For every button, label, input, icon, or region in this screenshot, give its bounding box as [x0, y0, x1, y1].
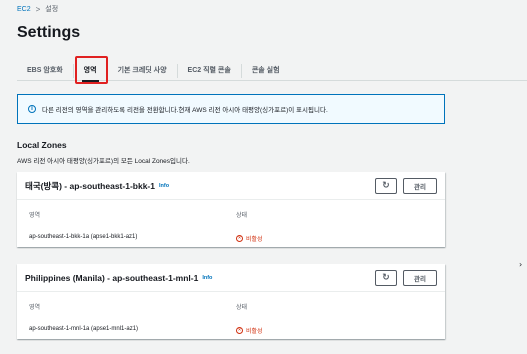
info-alert: i 다른 리전의 영역을 관리하도록 리전을 전환합니다.현재 AWS 리전 아… — [17, 94, 445, 124]
status-column-label: 상태 — [236, 305, 248, 311]
zone-column-label: 영역 — [29, 305, 41, 311]
status-column-label: 상태 — [236, 213, 248, 219]
highlight-box — [75, 56, 108, 84]
inactive-status-icon: ✕ — [236, 235, 243, 242]
mouse-cursor-icon: › — [519, 260, 523, 269]
refresh-button[interactable]: ↻ — [375, 269, 397, 286]
zone-title: 태국(방콕) - ap-southeast-1-bkk-1 — [25, 180, 155, 191]
info-icon: i — [28, 105, 36, 113]
alert-text: 다른 리전의 영역을 관리하도록 리전을 전환합니다.현재 AWS 리전 아시아… — [42, 107, 328, 114]
status-badge: ✕ 비활성 — [236, 234, 263, 243]
tab-ec2-serial-console[interactable]: EC2 직렬 콘솔 — [176, 63, 241, 78]
zone-column-label: 영역 — [29, 213, 41, 219]
zone-value: ap-southeast-1-bkk-1a (apse1-bkk1-az1) — [29, 234, 138, 240]
zone-card-header: 태국(방콕) - ap-southeast-1-bkk-1 Info ↻ 관리 — [17, 172, 445, 200]
refresh-icon: ↻ — [382, 272, 390, 283]
refresh-icon: ↻ — [382, 180, 390, 191]
zone-card-header: Philippines (Manila) - ap-southeast-1-mn… — [17, 264, 445, 292]
breadcrumb-current: 설정 — [45, 6, 59, 13]
info-link[interactable]: Info — [159, 183, 169, 189]
tab-default-credit-spec[interactable]: 기본 크레딧 사양 — [106, 63, 177, 78]
manage-button[interactable]: 관리 — [403, 177, 437, 194]
breadcrumb-ec2-link[interactable]: EC2 — [17, 6, 31, 13]
zone-actions: ↻ 관리 — [375, 177, 437, 194]
zone-card-bangkok: 태국(방콕) - ap-southeast-1-bkk-1 Info ↻ 관리 … — [17, 172, 445, 247]
breadcrumb: EC2 > 설정 — [17, 4, 58, 14]
local-zones-description: AWS 리전 아시아 태평양(싱가포르)의 모든 Local Zones입니다. — [17, 158, 190, 165]
info-link[interactable]: Info — [202, 275, 212, 281]
local-zones-heading: Local Zones — [17, 140, 67, 150]
zone-actions: ↻ 관리 — [375, 269, 437, 286]
status-badge: ✕ 비활성 — [236, 326, 263, 335]
tab-console-experiments[interactable]: 콘솔 실험 — [240, 63, 290, 78]
inactive-status-icon: ✕ — [236, 327, 243, 334]
refresh-button[interactable]: ↻ — [375, 177, 397, 194]
status-value: 비활성 — [246, 237, 263, 243]
zone-card-manila: Philippines (Manila) - ap-southeast-1-mn… — [17, 264, 445, 339]
zone-value: ap-southeast-1-mnl-1a (apse1-mnl1-az1) — [29, 326, 139, 332]
breadcrumb-separator: > — [35, 4, 41, 14]
zone-card-body: 영역 상태 ap-southeast-1-bkk-1a (apse1-bkk1-… — [17, 200, 445, 247]
zone-title: Philippines (Manila) - ap-southeast-1-mn… — [25, 272, 199, 283]
tab-ebs-encryption[interactable]: EBS 암호화 — [17, 64, 73, 78]
zone-card-body: 영역 상태 ap-southeast-1-mnl-1a (apse1-mnl1-… — [17, 292, 445, 339]
manage-button[interactable]: 관리 — [403, 269, 437, 286]
status-value: 비활성 — [246, 329, 263, 335]
page-title: Settings — [17, 24, 81, 41]
